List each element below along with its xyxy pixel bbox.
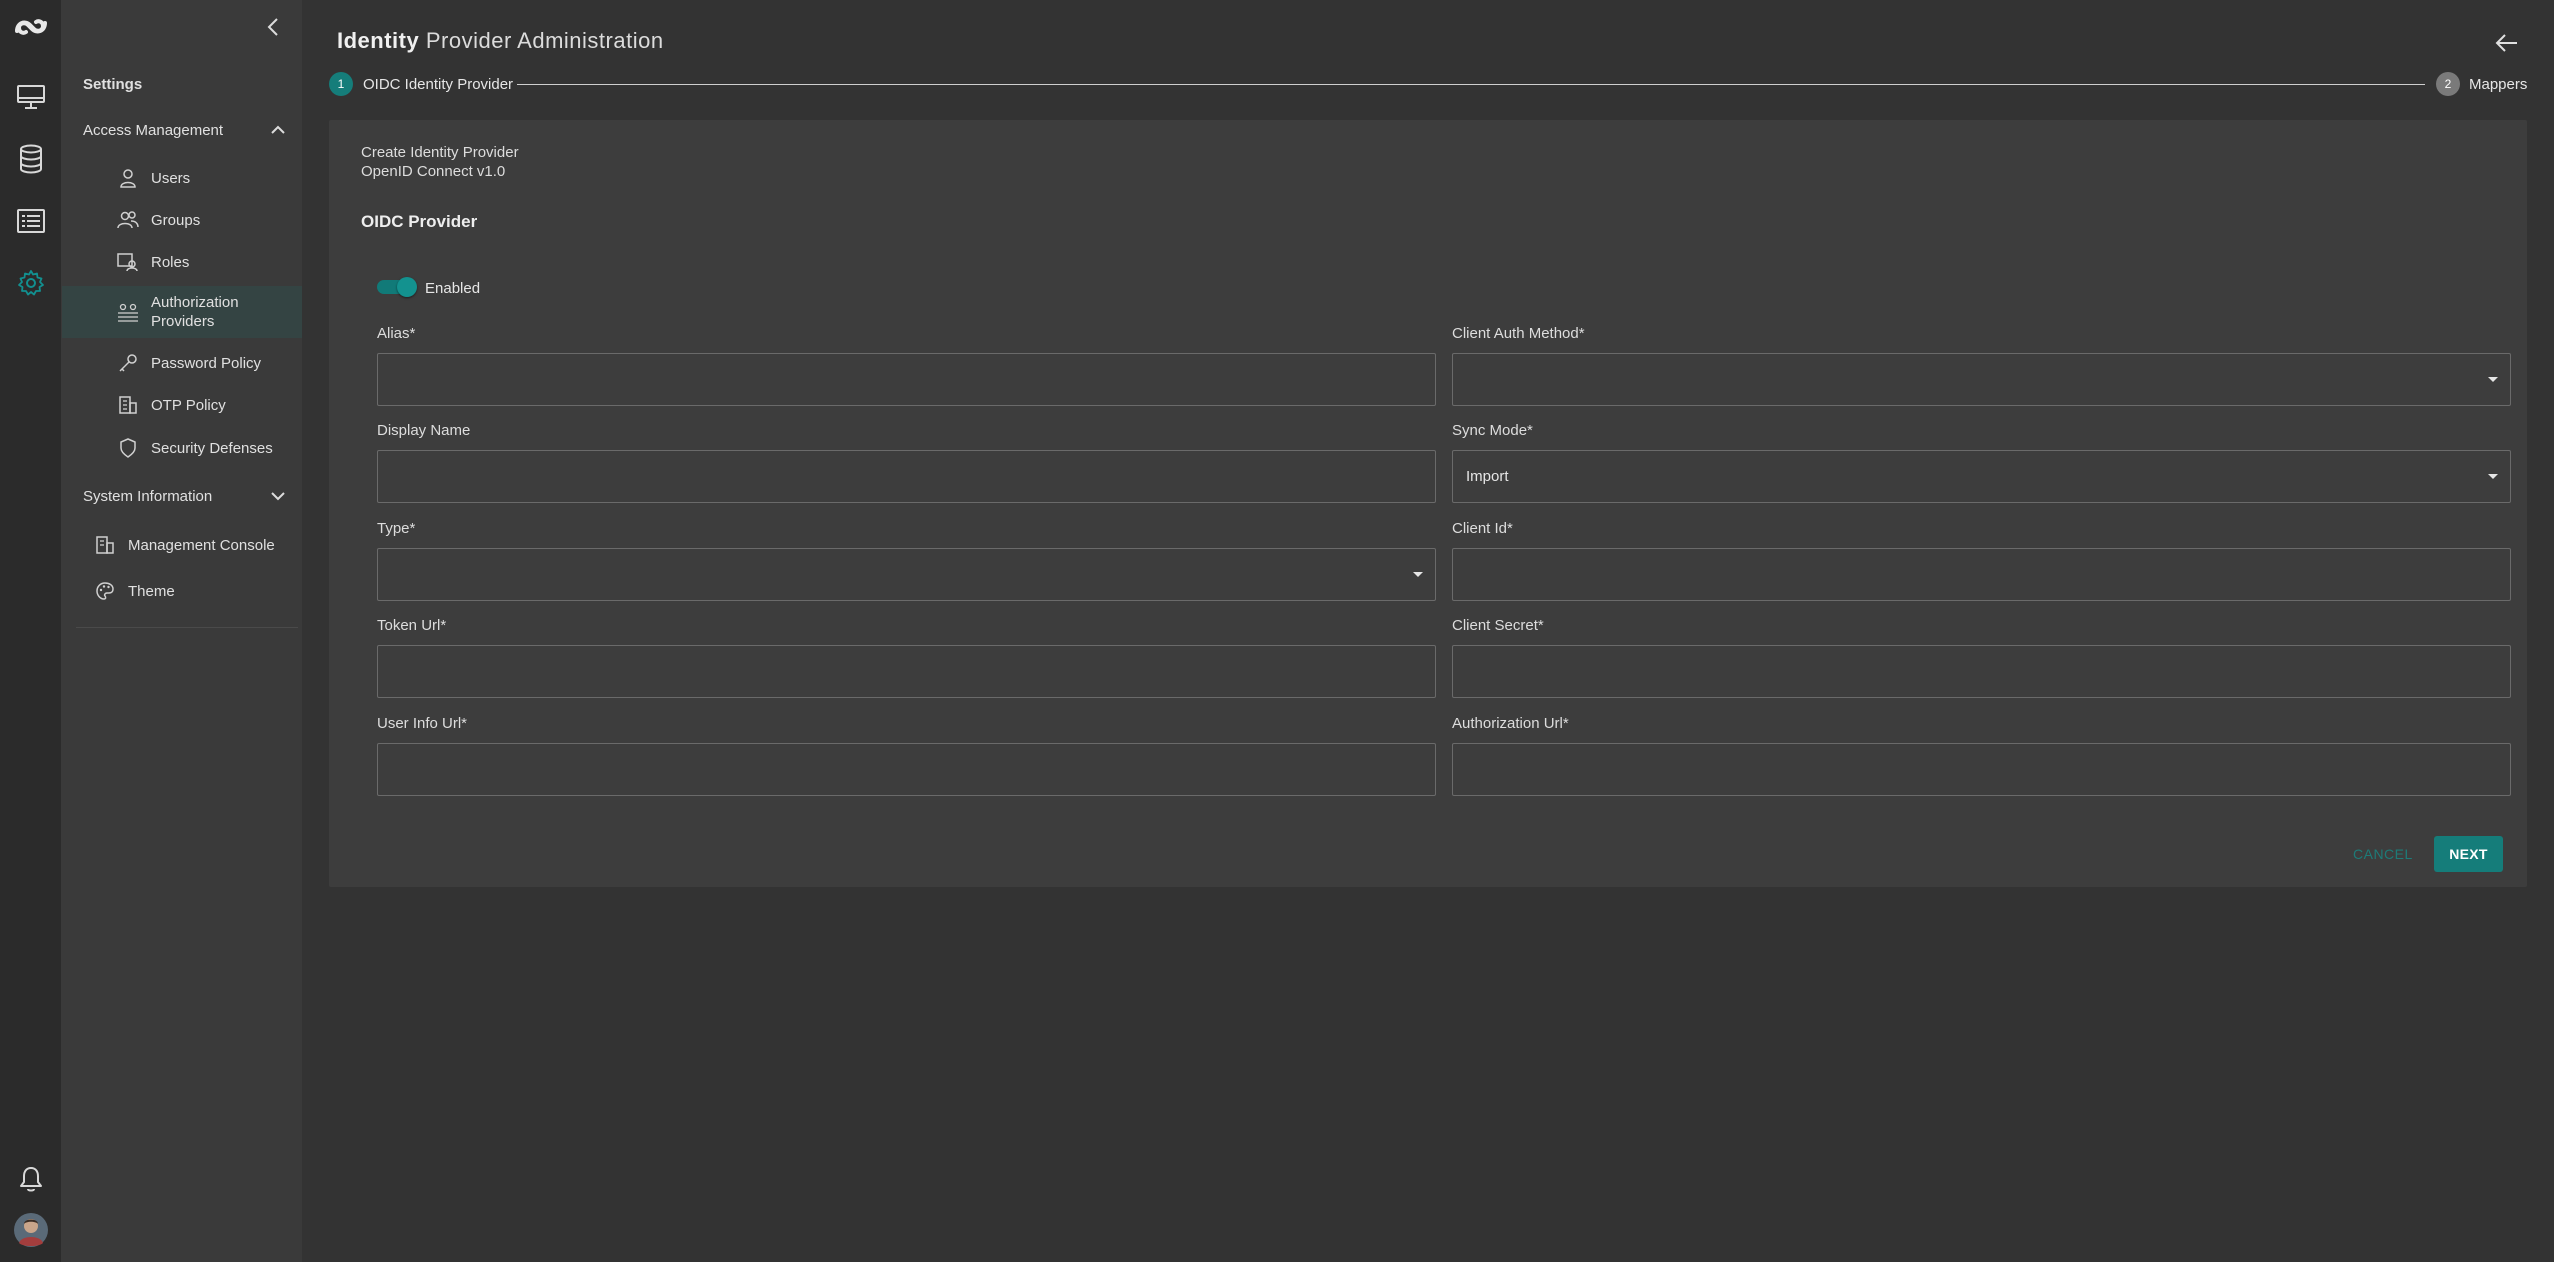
page-title: Identity Provider Administration xyxy=(337,28,664,54)
sidebar-item-users[interactable]: Users xyxy=(62,157,302,199)
chevron-up-icon xyxy=(271,125,285,134)
alias-label: Alias* xyxy=(377,325,416,342)
group-system-information[interactable]: System Information xyxy=(62,476,302,516)
groups-icon xyxy=(117,209,139,231)
next-button[interactable]: NEXT xyxy=(2434,836,2503,872)
arrow-left-icon xyxy=(2495,34,2517,52)
sidebar-item-label: Theme xyxy=(128,582,175,600)
caret-down-icon xyxy=(1413,572,1423,577)
main-content: Identity Provider Administration 1 OIDC … xyxy=(302,0,2554,1262)
page-title-bold: Identity xyxy=(337,28,420,53)
database-icon[interactable] xyxy=(0,134,62,184)
client-secret-label: Client Secret* xyxy=(1452,617,1544,634)
cancel-button[interactable]: CANCEL xyxy=(2353,846,2413,862)
sidebar-item-groups[interactable]: Groups xyxy=(62,199,302,241)
toggle-thumb xyxy=(397,277,417,297)
chevron-left-icon[interactable] xyxy=(258,12,288,42)
logo-icon[interactable] xyxy=(0,2,62,52)
step-1-label: OIDC Identity Provider xyxy=(363,76,514,93)
sidebar-item-management-console[interactable]: Management Console xyxy=(62,524,302,566)
sidebar-item-otp-policy[interactable]: OTP Policy xyxy=(62,384,302,426)
client-id-label: Client Id* xyxy=(1452,520,1513,537)
sidebar-item-password-policy[interactable]: Password Policy xyxy=(62,342,302,384)
avatar[interactable] xyxy=(0,1205,62,1255)
group-access-management[interactable]: Access Management xyxy=(62,110,302,150)
management-console-icon xyxy=(94,534,116,556)
sidebar-heading: Settings xyxy=(83,76,143,93)
user-info-url-label: User Info Url* xyxy=(377,715,468,732)
token-url-label: Token Url* xyxy=(377,617,447,634)
group-label: Access Management xyxy=(83,121,224,139)
stepper: 1 OIDC Identity Provider 2 Mappers xyxy=(329,72,2527,98)
sync-mode-select[interactable]: Import xyxy=(1452,450,2511,503)
sidebar-divider xyxy=(76,627,298,628)
form-title: OIDC Provider xyxy=(361,212,478,231)
client-secret-input[interactable] xyxy=(1452,645,2511,698)
otp-policy-icon xyxy=(117,394,139,416)
step-2-label: Mappers xyxy=(2469,76,2528,93)
display-name-label: Display Name xyxy=(377,422,471,439)
sidebar-item-label-line2: Providers xyxy=(151,313,215,330)
client-auth-method-label: Client Auth Method* xyxy=(1452,325,1585,342)
chevron-down-icon xyxy=(271,492,285,501)
gear-icon[interactable] xyxy=(0,258,62,308)
step-2-number: 2 xyxy=(2436,72,2460,96)
page-title-rest: Provider Administration xyxy=(425,28,664,53)
sidebar: Settings Access Management Users Groups … xyxy=(62,0,302,1262)
authorization-providers-icon xyxy=(117,301,139,323)
sidebar-item-label: Roles xyxy=(151,253,190,271)
select-value: Import xyxy=(1466,468,1509,485)
form-protocol: OpenID Connect v1.0 xyxy=(361,163,506,180)
key-icon xyxy=(117,352,139,374)
form-card: Create Identity Provider OpenID Connect … xyxy=(329,120,2527,887)
sidebar-item-label: Management Console xyxy=(128,536,275,554)
step-1-number: 1 xyxy=(329,72,353,96)
roles-icon xyxy=(117,251,139,273)
sidebar-item-security-defenses[interactable]: Security Defenses xyxy=(62,427,302,469)
form-subtitle: Create Identity Provider xyxy=(361,144,519,161)
type-label: Type* xyxy=(377,520,416,537)
back-button[interactable] xyxy=(2490,26,2524,60)
shield-icon xyxy=(117,437,139,459)
group-label: System Information xyxy=(83,487,213,505)
sidebar-item-label: Password Policy xyxy=(151,354,262,372)
sidebar-item-label: Security Defenses xyxy=(151,439,273,457)
user-icon xyxy=(117,167,139,189)
sidebar-item-label: Users xyxy=(151,169,191,187)
sidebar-item-label: OTP Policy xyxy=(151,396,226,414)
token-url-input[interactable] xyxy=(377,645,1436,698)
icon-rail xyxy=(0,0,62,1262)
user-info-url-input[interactable] xyxy=(377,743,1436,796)
sidebar-item-authorization-providers[interactable]: Authorization Providers xyxy=(62,286,302,338)
alias-input[interactable] xyxy=(377,353,1436,406)
monitor-icon[interactable] xyxy=(0,72,62,122)
sync-mode-label: Sync Mode* xyxy=(1452,422,1533,439)
enabled-toggle[interactable] xyxy=(377,277,417,297)
list-icon[interactable] xyxy=(0,196,62,246)
palette-icon xyxy=(94,580,116,602)
type-select[interactable] xyxy=(377,548,1436,601)
enabled-label: Enabled xyxy=(425,280,481,297)
caret-down-icon xyxy=(2488,377,2498,382)
client-id-input[interactable] xyxy=(1452,548,2511,601)
sidebar-item-label: Groups xyxy=(151,211,201,229)
bell-icon[interactable] xyxy=(0,1154,62,1204)
stepper-connector xyxy=(517,84,2425,85)
authorization-url-label: Authorization Url* xyxy=(1452,715,1569,732)
client-auth-method-select[interactable] xyxy=(1452,353,2511,406)
caret-down-icon xyxy=(2488,474,2498,479)
sidebar-item-roles[interactable]: Roles xyxy=(62,241,302,283)
sidebar-item-theme[interactable]: Theme xyxy=(62,570,302,612)
authorization-url-input[interactable] xyxy=(1452,743,2511,796)
display-name-input[interactable] xyxy=(377,450,1436,503)
sidebar-item-label: Authorization xyxy=(151,294,239,311)
